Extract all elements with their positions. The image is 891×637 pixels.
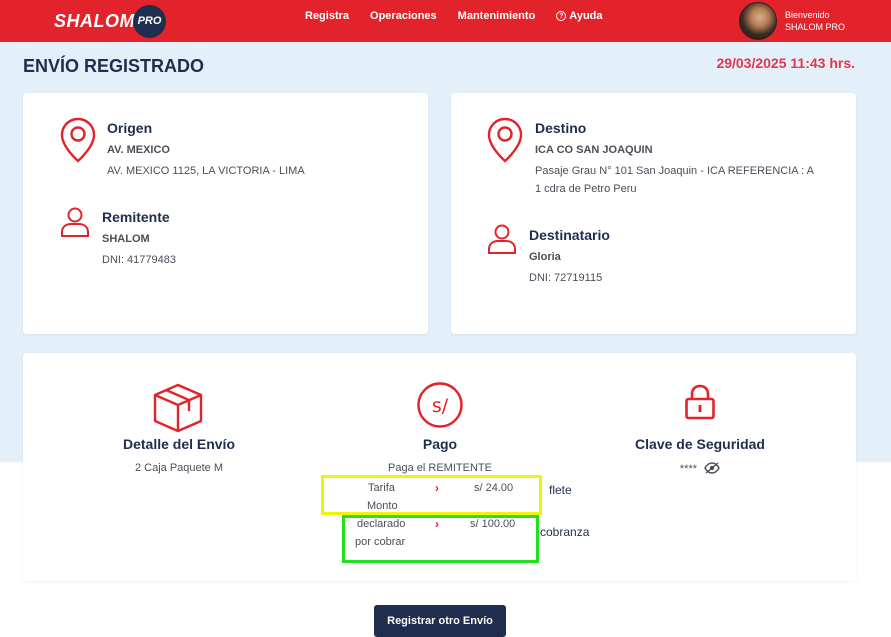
registration-datetime: 29/03/2025 11:43 hrs. [716, 55, 855, 71]
cobranza-annotation: cobranza [540, 525, 590, 539]
security-column: Clave de Seguridad **** [600, 436, 800, 475]
nav-ayuda-label: Ayuda [569, 10, 603, 22]
payment-payer: Paga el REMITENTE [388, 462, 492, 474]
sender-name: SHALOM [102, 233, 150, 245]
security-value-row: **** [600, 462, 800, 475]
sender-label: Remitente [102, 209, 170, 225]
origin-name: AV. MEXICO [107, 144, 170, 156]
nav-mantenimiento[interactable]: Mantenimiento [458, 10, 536, 22]
nav-registra[interactable]: Registra [305, 10, 349, 22]
user-info: Bienvenido SHALOM PRO [785, 9, 845, 33]
lock-icon [685, 384, 715, 420]
origin-block: Origen AV. MEXICO AV. MEXICO 1125, LA VI… [107, 120, 305, 180]
main-nav: Registra Operaciones Mantenimiento ? Ayud… [305, 10, 603, 22]
cobranza-highlight-box [342, 515, 539, 563]
origin-label: Origen [107, 120, 153, 136]
destination-address-line2: 1 cdra de Petro Peru [535, 183, 637, 195]
destination-name: ICA CO SAN JOAQUIN [535, 144, 653, 156]
page-title: ENVÍO REGISTRADO [23, 56, 205, 76]
security-label: Clave de Seguridad [635, 436, 765, 452]
nav-operaciones[interactable]: Operaciones [370, 10, 437, 22]
svg-text:s/: s/ [432, 395, 449, 417]
detail-column: Detalle del Envío 2 Caja Paquete M [79, 436, 279, 474]
sender-block: Remitente SHALOM DNI: 41779483 [102, 209, 176, 269]
logo-badge: PRO [133, 4, 166, 38]
help-icon: ? [556, 11, 567, 21]
origin-card: Origen AV. MEXICO AV. MEXICO 1125, LA VI… [23, 93, 428, 334]
logo-text: SHALOM [54, 10, 135, 31]
payment-column: Pago Paga el REMITENTE [340, 436, 540, 474]
brand-logo[interactable]: SHALOM PRO [54, 4, 166, 38]
avatar [739, 2, 777, 40]
detail-label: Detalle del Envío [122, 436, 236, 452]
recipient-dni: DNI: 72719115 [529, 272, 603, 284]
user-name: SHALOM PRO [785, 22, 846, 32]
user-menu[interactable]: Bienvenido SHALOM PRO [739, 2, 845, 40]
destination-block: Destino ICA CO SAN JOAQUIN Pasaje Grau N… [535, 120, 835, 198]
destination-label: Destino [535, 120, 587, 136]
eye-off-icon[interactable] [704, 462, 720, 474]
location-pin-icon [487, 117, 523, 163]
destination-address-line1: Pasaje Grau N° 101 San Joaquin - ICA REF… [535, 165, 814, 177]
recipient-label: Destinatario [529, 227, 610, 243]
location-pin-icon [60, 117, 96, 163]
flete-highlight-box [321, 475, 542, 515]
security-key: **** [679, 463, 698, 475]
detail-value: 2 Caja Paquete M [134, 462, 224, 474]
user-icon [488, 224, 516, 254]
flete-annotation: flete [549, 483, 572, 497]
user-icon [61, 207, 89, 237]
recipient-block: Destinatario Gloria DNI: 72719115 [529, 227, 610, 287]
sender-dni: DNI: 41779483 [102, 254, 176, 266]
payment-label: Pago [422, 436, 458, 452]
currency-soles-icon: s/ [417, 382, 463, 428]
top-navbar: SHALOM PRO Registra Operaciones Mantenim… [0, 0, 891, 42]
nav-ayuda[interactable]: ? Ayuda [556, 10, 603, 22]
user-greeting: Bienvenido [785, 10, 830, 20]
origin-address: AV. MEXICO 1125, LA VICTORIA - LIMA [107, 165, 305, 177]
recipient-name: Gloria [529, 251, 561, 263]
register-another-button[interactable]: Registrar otro Envío [374, 605, 506, 637]
destination-card: Destino ICA CO SAN JOAQUIN Pasaje Grau N… [451, 93, 856, 334]
package-box-icon [153, 383, 203, 433]
